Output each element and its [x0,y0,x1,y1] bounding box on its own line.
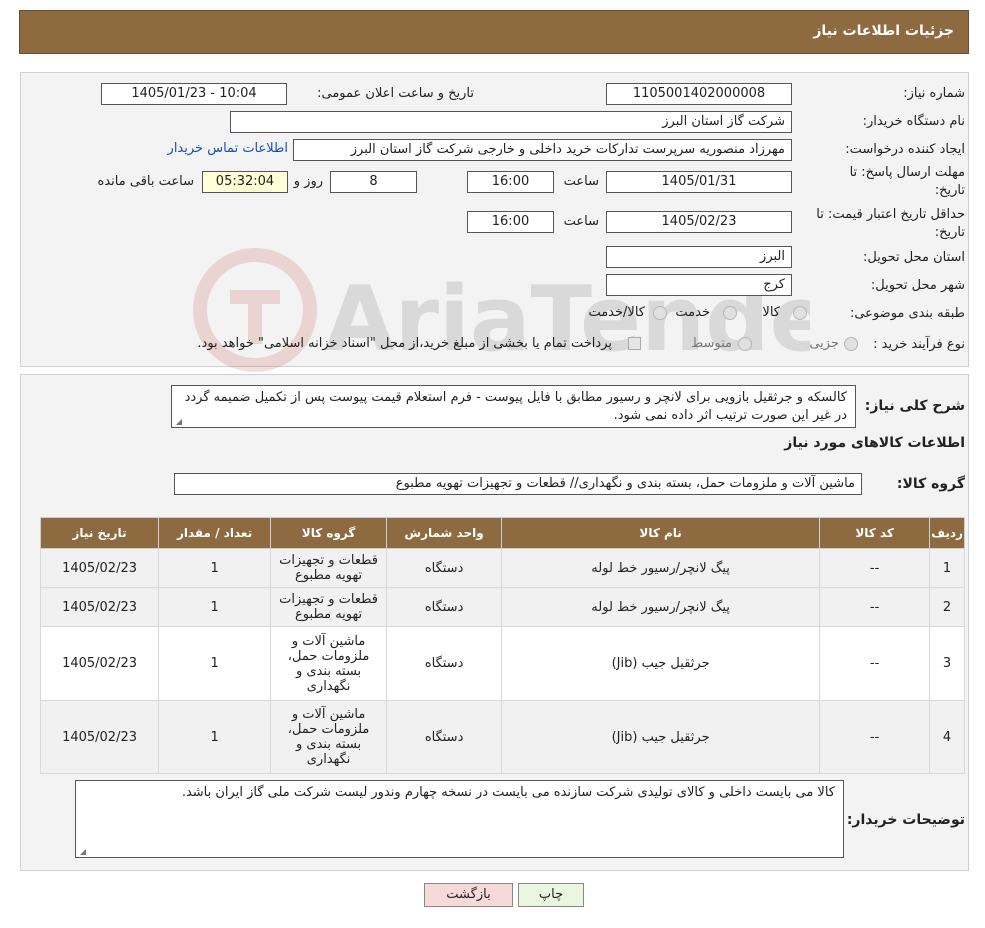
goods-table: ردیف کد کالا نام کالا واحد شمارش گروه کا… [39,517,965,774]
treasury-checkbox[interactable] [628,337,641,350]
buyer-notes-label: توضیحات خریدار: [846,812,965,828]
need-number-label: شماره نیاز: [903,86,965,101]
creator-field: مهرزاد منصوریه سرپرست تدارکات خرید داخلی… [293,139,792,161]
cell-name: پیگ لانچر/رسیور خط لوله [501,548,821,588]
print-button[interactable]: چاپ [518,883,584,907]
cell-date: 1405/02/23 [39,587,160,627]
description-textarea: کالسکه و جرثقیل بازویی برای لانچر و رسیو… [171,385,856,428]
creator-label: ایجاد کننده درخواست: [845,142,965,157]
goods-section-title: اطلاعات کالاهای مورد نیاز [784,435,965,451]
process-medium-label: متوسط [691,336,732,351]
buyer-notes-textarea: کالا می بایست داخلی و کالای تولیدی شرکت … [75,780,844,858]
table-row: 3 -- جرثقیل جیب (Jib) دستگاه ماشین آلات … [39,626,965,701]
col-code: کد کالا [819,517,931,549]
cell-code: -- [819,626,931,701]
cell-qty: 1 [158,548,272,588]
cell-name: جرثقیل جیب (Jib) [501,700,821,774]
cell-group: ماشین آلات و ملزومات حمل، بسته بندی و نگ… [270,700,388,774]
treasury-note: پرداخت تمام یا بخشی از مبلغ خرید،از محل … [197,336,612,351]
cell-row: 1 [929,548,965,588]
process-minor-radio[interactable] [844,337,858,351]
cell-group: ماشین آلات و ملزومات حمل، بسته بندی و نگ… [270,626,388,701]
table-row: 2 -- پیگ لانچر/رسیور خط لوله دستگاه قطعا… [39,587,965,627]
announce-label: تاریخ و ساعت اعلان عمومی: [317,86,474,101]
cell-code: -- [819,548,931,588]
cell-date: 1405/02/23 [39,548,160,588]
cell-unit: دستگاه [386,548,503,588]
page-header: جزئیات اطلاعات نیاز [19,10,969,54]
deadline-time-field: 16:00 [467,171,554,193]
col-row: ردیف [929,517,965,549]
category-goods-service-radio[interactable] [653,306,667,320]
table-row: 1 -- پیگ لانچر/رسیور خط لوله دستگاه قطعا… [39,548,965,588]
description-text: کالسکه و جرثقیل بازویی برای لانچر و رسیو… [184,390,847,423]
validity-time-field: 16:00 [467,211,554,233]
announce-field: 1405/01/23 - 10:04 [101,83,287,105]
goods-table-header: ردیف کد کالا نام کالا واحد شمارش گروه کا… [39,517,965,549]
category-goods-service-label: کالا/خدمت [588,305,645,320]
category-goods-radio[interactable] [793,306,807,320]
process-medium-radio[interactable] [738,337,752,351]
deadline-date-field: 1405/01/31 [606,171,792,193]
cell-row: 3 [929,626,965,701]
validity-label-date: تاریخ: [934,225,965,240]
cell-code: -- [819,587,931,627]
cell-row: 4 [929,700,965,774]
buyer-contact-link[interactable]: اطلاعات تماس خریدار [168,141,288,156]
cell-unit: دستگاه [386,587,503,627]
remaining-label: ساعت باقی مانده [97,174,194,189]
category-service-label: خدمت [675,305,710,320]
buyer-org-field: شرکت گاز استان البرز [230,111,792,133]
cell-date: 1405/02/23 [39,700,160,774]
cell-group: قطعات و تجهیزات تهویه مطبوع [270,587,388,627]
cell-row: 2 [929,587,965,627]
resize-grip-icon[interactable]: ◢ [78,848,86,856]
cell-code: -- [819,700,931,774]
city-label: شهر محل تحویل: [870,278,965,293]
cell-unit: دستگاه [386,700,503,774]
goods-group-field: ماشین آلات و ملزومات حمل، بسته بندی و نگ… [174,473,862,495]
cell-qty: 1 [158,626,272,701]
process-minor-label: جزیی [809,336,839,351]
col-qty: تعداد / مقدار [158,517,272,549]
province-field: البرز [606,246,792,268]
col-name: نام کالا [501,517,821,549]
deadline-label-date: تاریخ: [934,183,965,198]
category-service-radio[interactable] [723,306,737,320]
buyer-notes-text: کالا می بایست داخلی و کالای تولیدی شرکت … [181,785,835,800]
cell-qty: 1 [158,700,272,774]
cell-qty: 1 [158,587,272,627]
process-label: نوع فرآیند خرید : [873,337,965,352]
resize-grip-icon[interactable]: ◢ [174,418,182,426]
back-button[interactable]: بازگشت [424,883,513,907]
category-goods-label: کالا [762,305,780,320]
buyer-org-label: نام دستگاه خریدار: [862,114,965,129]
col-unit: واحد شمارش [386,517,503,549]
description-label: شرح کلی نیاز: [864,398,965,414]
cell-name: پیگ لانچر/رسیور خط لوله [501,587,821,627]
page-title: جزئیات اطلاعات نیاز [813,23,954,39]
province-label: استان محل تحویل: [863,250,965,265]
city-field: کرج [606,274,792,296]
cell-group: قطعات و تجهیزات تهویه مطبوع [270,548,388,588]
days-field: 8 [330,171,417,193]
days-label: روز و [293,174,323,189]
remaining-time-field: 05:32:04 [202,171,288,193]
cell-date: 1405/02/23 [39,626,160,701]
category-label: طبقه بندی موضوعی: [849,306,965,321]
need-number-field: 1105001402000008 [606,83,792,105]
deadline-label: مهلت ارسال پاسخ: تا [849,165,965,180]
validity-date-field: 1405/02/23 [606,211,792,233]
validity-time-label: ساعت [563,214,599,229]
deadline-time-label: ساعت [563,174,599,189]
table-row: 4 -- جرثقیل جیب (Jib) دستگاه ماشین آلات … [39,700,965,774]
validity-label: حداقل تاریخ اعتبار قیمت: تا [816,207,965,222]
cell-unit: دستگاه [386,626,503,701]
goods-group-label: گروه کالا: [896,476,965,492]
cell-name: جرثقیل جیب (Jib) [501,626,821,701]
col-group: گروه کالا [270,517,388,549]
col-date: تاریخ نیاز [39,517,160,549]
